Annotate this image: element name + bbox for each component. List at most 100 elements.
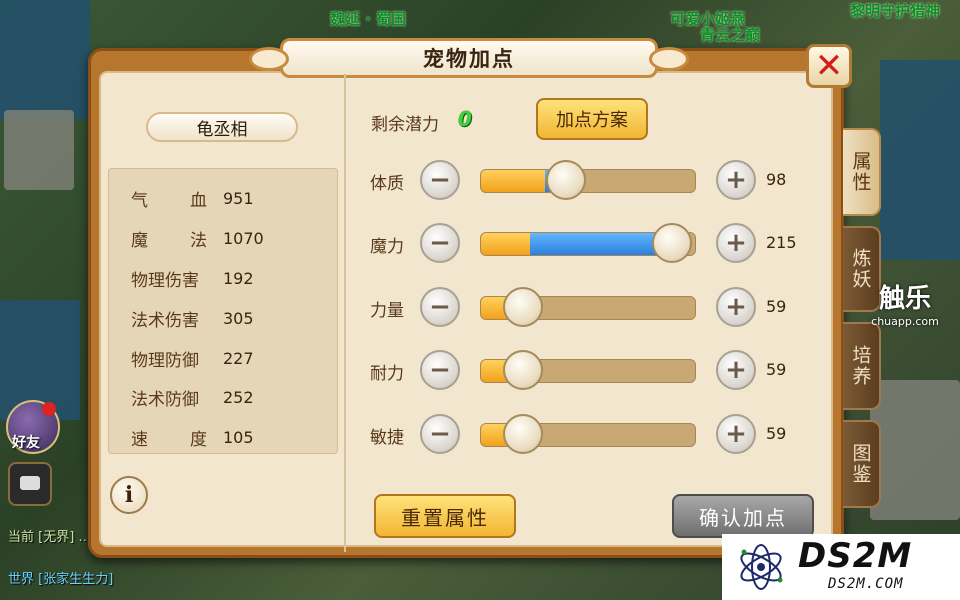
slider-knob[interactable] — [503, 414, 544, 454]
stat-row: 物理伤害 192 — [109, 259, 337, 299]
decrease-button[interactable]: − — [420, 350, 460, 390]
attribute-row: 力量 − +59 — [360, 283, 820, 331]
world-npc-name: 青云之巅 — [700, 26, 761, 44]
increase-button[interactable]: + — [716, 223, 756, 263]
confirm-points-label: 确认加点 — [699, 505, 787, 530]
attribute-label: 耐力 — [370, 364, 404, 384]
stat-label: 气血 — [131, 191, 207, 212]
base-points-fill — [481, 233, 531, 255]
attribute-label: 魔力 — [370, 237, 404, 257]
world-npc-name: 魏延 · 蜀国 — [330, 10, 407, 28]
notification-dot — [42, 402, 56, 416]
banner-ornament — [249, 47, 289, 71]
stat-label: 物理防御 — [131, 350, 199, 371]
remaining-potential-value: 0 — [458, 107, 472, 131]
minus-icon: − — [429, 228, 451, 258]
attribute-label: 敏捷 — [370, 428, 404, 448]
stat-value: 951 — [223, 189, 254, 209]
decrease-button[interactable]: − — [420, 160, 460, 200]
tab-attributes[interactable]: 属性 — [843, 128, 881, 216]
increase-button[interactable]: + — [716, 160, 756, 200]
stat-row: 魔法 1070 — [109, 219, 337, 259]
base-points-fill — [481, 170, 546, 192]
attribute-label: 体质 — [370, 174, 404, 194]
stat-label: 魔法 — [131, 231, 207, 252]
attribute-row: 魔力 − +215 — [360, 219, 820, 267]
pet-name: 龟丞相 — [196, 119, 248, 140]
stat-value: 1070 — [223, 229, 264, 249]
info-button[interactable]: i — [110, 476, 148, 514]
stat-label: 速度 — [131, 430, 207, 451]
stat-value: 305 — [223, 308, 254, 328]
ds2m-logo-text: DS2M — [798, 536, 913, 576]
close-icon: ✕ — [814, 46, 844, 86]
minus-icon: − — [429, 355, 451, 385]
slider-knob[interactable] — [546, 160, 587, 200]
stat-row: 法术伤害 305 — [109, 298, 337, 338]
added-points-fill — [530, 233, 672, 255]
info-icon: i — [124, 482, 134, 508]
attribute-value: 59 — [766, 297, 787, 316]
chat-icon — [20, 476, 40, 490]
confirm-points-button[interactable]: 确认加点 — [672, 494, 814, 538]
tab-label: 图鉴 — [849, 443, 872, 485]
pet-info-panel: 龟丞相 气血 951 魔法 1070 物理伤害 192 法术伤害 305 物理防御 227 法术防御… — [96, 70, 348, 554]
attribute-row: 耐力 − +59 — [360, 346, 820, 394]
world-npc-name: 黎明守护猎神 — [850, 2, 941, 20]
attribute-row: 体质 − +98 — [360, 156, 820, 204]
reset-attributes-label: 重置属性 — [401, 505, 489, 530]
attribute-slider-track[interactable] — [480, 169, 696, 193]
increase-button[interactable]: + — [716, 414, 756, 454]
attribute-value: 59 — [766, 360, 787, 379]
stat-value: 192 — [223, 268, 254, 288]
decrease-button[interactable]: − — [420, 223, 460, 263]
minus-icon: − — [429, 419, 451, 449]
stat-row: 物理防御 227 — [109, 338, 337, 378]
chuapp-watermark: 触乐 chuapp.com — [870, 278, 940, 328]
ds2m-watermark: DS2M DS2M.COM — [722, 534, 960, 600]
slider-knob[interactable] — [503, 350, 544, 390]
chuapp-url: chuapp.com — [871, 315, 939, 328]
reset-attributes-button[interactable]: 重置属性 — [374, 494, 516, 538]
slider-knob[interactable] — [503, 287, 544, 327]
banner-ornament — [649, 47, 689, 71]
tab-train[interactable]: 培养 — [843, 322, 881, 410]
plus-icon: + — [725, 165, 747, 195]
decrease-button[interactable]: − — [420, 287, 460, 327]
panel-divider — [344, 74, 346, 552]
close-button[interactable]: ✕ — [806, 44, 852, 88]
stat-row: 气血 951 — [109, 179, 337, 219]
stat-row: 速度 105 — [109, 418, 337, 458]
increase-button[interactable]: + — [716, 350, 756, 390]
minus-icon: − — [429, 165, 451, 195]
friends-label: 好友 — [12, 435, 40, 451]
remaining-potential-label: 剩余潜力 — [371, 115, 439, 135]
attribute-label: 力量 — [370, 301, 404, 321]
stat-value: 227 — [223, 348, 254, 368]
tab-label: 属性 — [849, 151, 872, 193]
chat-message: 当前 [无界] … — [8, 530, 92, 545]
increase-button[interactable]: + — [716, 287, 756, 327]
minus-icon: − — [429, 292, 451, 322]
dialog-title: 宠物加点 — [423, 47, 515, 71]
point-scheme-button[interactable]: 加点方案 — [536, 98, 648, 140]
stat-label: 法术伤害 — [131, 310, 199, 331]
chat-message: 世界 [张家生生力] — [8, 572, 114, 587]
point-scheme-label: 加点方案 — [556, 110, 628, 131]
tab-label: 培养 — [849, 345, 872, 387]
stat-label: 物理伤害 — [131, 270, 199, 291]
plus-icon: + — [725, 355, 747, 385]
attribute-value: 215 — [766, 233, 797, 252]
pet-name-plate: 龟丞相 — [146, 112, 298, 142]
pet-stats-list: 气血 951 魔法 1070 物理伤害 192 法术伤害 305 物理防御 227 法术防御 252 速… — [108, 168, 338, 454]
chuapp-logo-text: 触乐 — [878, 284, 931, 314]
chat-button[interactable] — [8, 462, 52, 506]
decrease-button[interactable]: − — [420, 414, 460, 454]
atom-logo-icon — [740, 544, 783, 590]
tab-handbook[interactable]: 图鉴 — [843, 420, 881, 508]
stat-row: 法术防御 252 — [109, 378, 337, 418]
plus-icon: + — [725, 228, 747, 258]
plus-icon: + — [725, 292, 747, 322]
slider-knob[interactable] — [652, 223, 693, 263]
attribute-value: 98 — [766, 170, 787, 189]
